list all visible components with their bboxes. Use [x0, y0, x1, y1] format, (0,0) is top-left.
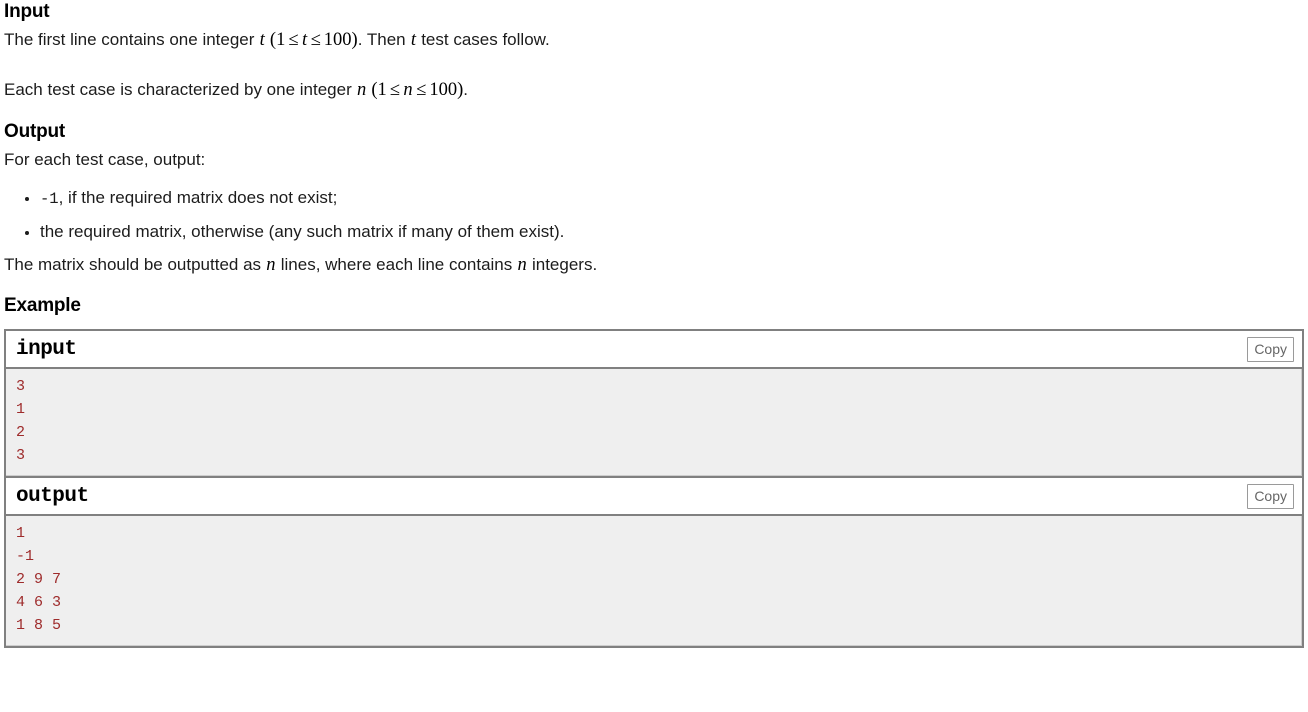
math-var-n-integers: n	[517, 255, 527, 275]
math-var-n-lines-glyph: n	[266, 255, 276, 275]
copy-input-button[interactable]: Copy	[1247, 337, 1294, 362]
list-item: the required matrix, otherwise (any such…	[40, 221, 1304, 243]
math-n-le-1: ≤	[389, 80, 400, 100]
output-sample-content: 1 -1 2 9 7 4 6 3 1 8 5	[6, 516, 1302, 646]
sample-tests: input Copy 3 1 2 3 output Copy 1 -1 2 9 …	[4, 329, 1304, 648]
input-p1-tail: test cases follow.	[416, 30, 550, 49]
output-section-heading: Output	[4, 121, 66, 142]
math-le-1: ≤	[288, 30, 299, 50]
math-upper-bound: 100	[323, 30, 352, 50]
output-box-title: output	[16, 485, 89, 508]
input-sample-content: 3 1 2 3	[6, 369, 1302, 476]
list-item: -1, if the required matrix does not exis…	[40, 187, 1304, 210]
closing-before: The matrix should be outputted as	[4, 255, 266, 274]
math-var-t-mid: t	[302, 30, 308, 50]
math-n-upper-bound: 100	[429, 80, 458, 100]
math-var-n-integers-glyph: n	[517, 255, 527, 275]
list-item-text: , if the required matrix does not exist;	[58, 188, 338, 207]
math-le-2: ≤	[310, 30, 321, 50]
input-paragraph-2: Each test case is characterized by one i…	[4, 79, 1304, 101]
math-var-t: t	[259, 30, 265, 50]
sample-test-input: input Copy 3 1 2 3	[4, 329, 1304, 476]
input-p2-text-before: Each test case is characterized by one i…	[4, 80, 357, 99]
input-box-title: input	[16, 338, 77, 361]
math-n-le-2: ≤	[416, 80, 427, 100]
math-t-range: t (1 ≤ t ≤100)	[259, 30, 358, 50]
math-n-lower-bound: 1	[377, 80, 387, 100]
output-lead-paragraph: For each test case, output:	[4, 150, 206, 169]
input-p1-text-after: . Then	[357, 30, 411, 49]
math-n-range: n (1 ≤ n ≤100)	[356, 80, 463, 100]
input-section-heading: Input	[4, 1, 50, 22]
closing-middle: lines, where each line contains	[276, 255, 517, 274]
math-var-n: n	[356, 80, 367, 100]
example-section-heading: Example	[4, 295, 81, 316]
output-requirements-list: -1, if the required matrix does not exis…	[4, 187, 1304, 243]
copy-output-button[interactable]: Copy	[1247, 484, 1294, 509]
minus-one-code: -1	[40, 190, 59, 208]
math-lower-bound: 1	[276, 30, 286, 50]
problem-statement-page: Input The first line contains one intege…	[0, 0, 1308, 648]
input-p1-text-before: The first line contains one integer	[4, 30, 260, 49]
math-var-n-mid: n	[403, 80, 413, 100]
list-item-text: the required matrix, otherwise (any such…	[40, 222, 565, 241]
closing-after: integers.	[527, 255, 598, 274]
output-title-bar: output Copy	[6, 478, 1302, 516]
input-p2-text-after: .	[463, 80, 468, 99]
math-var-n-lines: n	[266, 255, 276, 275]
input-title-bar: input Copy	[6, 331, 1302, 369]
sample-test-output: output Copy 1 -1 2 9 7 4 6 3 1 8 5	[4, 476, 1304, 648]
input-paragraph-1: The first line contains one integer t (1…	[4, 29, 1304, 51]
output-closing-paragraph: The matrix should be outputted as n line…	[4, 254, 1304, 276]
